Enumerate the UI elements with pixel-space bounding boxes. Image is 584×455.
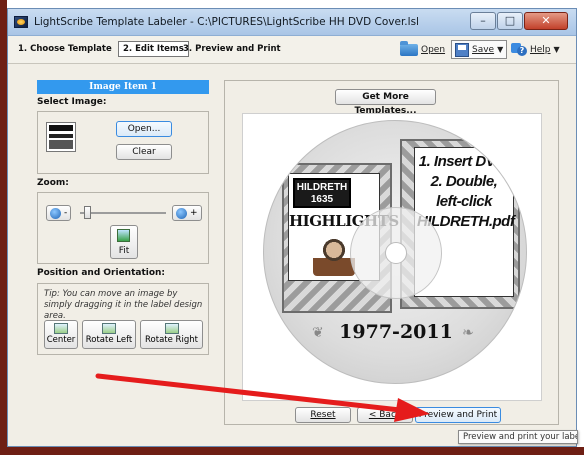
- instruction-line: left-click: [436, 193, 492, 210]
- rotate-right-icon: [164, 323, 179, 334]
- position-group: Tip: You can move an image by simply dra…: [37, 283, 209, 355]
- window-title: LightScribe Template Labeler - C:\PICTUR…: [34, 16, 419, 28]
- lightscribe-app-icon: [14, 16, 28, 28]
- get-more-templates-button[interactable]: Get More Templates...: [335, 89, 436, 116]
- zoom-slider-thumb[interactable]: [83, 206, 91, 219]
- zoom-out-label: -: [64, 208, 68, 218]
- select-image-group: Open... Clear: [37, 111, 209, 174]
- maximize-button[interactable]: □: [497, 12, 523, 30]
- center-icon: [54, 323, 68, 334]
- flourish-left-icon: ❦: [312, 325, 324, 341]
- year-range-text[interactable]: 1977-2011: [326, 321, 466, 343]
- zoom-label: Zoom:: [37, 178, 69, 188]
- image-thumbnail: [46, 122, 76, 152]
- clear-image-button[interactable]: Clear: [116, 144, 172, 160]
- open-image-button[interactable]: Open...: [116, 121, 172, 137]
- instruction-line: 1. Insert DVD.: [418, 153, 510, 170]
- preview-and-print-button[interactable]: Preview and Print: [415, 407, 501, 423]
- hildreth-title-box: HILDRETH 1635: [293, 178, 351, 208]
- help-icon: [511, 42, 527, 57]
- help-label: Help: [530, 44, 551, 55]
- panel-header: Image Item 1: [37, 80, 209, 94]
- rotate-right-label: Rotate Right: [145, 335, 198, 345]
- image-item-panel: Image Item 1 Select Image: Open... Clear…: [37, 80, 209, 420]
- back-button[interactable]: < Back: [357, 407, 413, 423]
- rotate-left-icon: [102, 323, 116, 334]
- rotate-right-button[interactable]: Rotate Right: [140, 320, 203, 349]
- rotate-left-button[interactable]: Rotate Left: [82, 320, 136, 349]
- label-canvas[interactable]: HILDRETH 1635 HIGHLIGHTS 1. Insert DVD. …: [242, 113, 542, 401]
- screenshot-border-left: [0, 0, 7, 455]
- screenshot-border-bottom: [0, 447, 584, 455]
- zoom-group: - + Fit: [37, 192, 209, 264]
- center-button[interactable]: Center: [44, 320, 78, 349]
- close-button[interactable]: ✕: [524, 12, 568, 30]
- image-title-year: 1635: [310, 194, 334, 205]
- fit-image-icon: [117, 229, 130, 242]
- step-edit-items[interactable]: 2. Edit Items: [118, 41, 189, 57]
- reset-label: Reset: [310, 410, 336, 420]
- help-button[interactable]: Help ▼: [511, 40, 560, 59]
- fit-button[interactable]: Fit: [110, 225, 138, 259]
- chevron-down-icon[interactable]: ▼: [554, 45, 560, 54]
- zoom-in-label: +: [190, 208, 198, 218]
- position-orientation-label: Position and Orientation:: [37, 268, 166, 278]
- save-label: Save: [472, 44, 495, 55]
- rotate-left-label: Rotate Left: [85, 335, 133, 345]
- image-title-name: HILDRETH: [296, 182, 348, 193]
- disc-center-hole: [385, 242, 407, 264]
- open-label: Open: [421, 44, 446, 55]
- zoom-slider-track[interactable]: [80, 212, 166, 214]
- floppy-disk-icon: [455, 42, 469, 57]
- chevron-down-icon[interactable]: ▼: [497, 45, 503, 54]
- save-button[interactable]: Save ▼: [451, 40, 508, 59]
- label-design-area: Get More Templates... HILDRETH 1635 HIGH…: [224, 80, 559, 425]
- preview-tooltip: Preview and print your label: [458, 430, 578, 444]
- tip-text: Tip: You can move an image by simply dra…: [44, 289, 203, 321]
- step-preview-print[interactable]: 3. Preview and Print: [183, 44, 281, 54]
- step-choose-template[interactable]: 1. Choose Template: [18, 44, 112, 54]
- select-image-label: Select Image:: [37, 97, 107, 107]
- minimize-button[interactable]: –: [470, 12, 496, 30]
- flourish-right-icon: ❧: [462, 325, 474, 341]
- fit-label: Fit: [118, 246, 130, 256]
- instruction-line: 2. Double,: [430, 173, 498, 190]
- reset-button[interactable]: Reset: [295, 407, 351, 423]
- portrait-picture: [313, 236, 355, 276]
- preview-label: Preview and Print: [418, 410, 498, 420]
- toolbar: 1. Choose Template 2. Edit Items 3. Prev…: [8, 36, 576, 64]
- back-label: < Back: [368, 410, 402, 420]
- globe-icon: [50, 207, 61, 219]
- zoom-in-button[interactable]: +: [172, 205, 202, 221]
- globe-icon: [176, 207, 187, 219]
- title-bar: LightScribe Template Labeler - C:\PICTUR…: [8, 9, 576, 36]
- open-button[interactable]: Open: [400, 40, 445, 59]
- zoom-out-button[interactable]: -: [46, 205, 72, 221]
- folder-icon: [400, 40, 418, 56]
- dvd-label-disc[interactable]: HILDRETH 1635 HIGHLIGHTS 1. Insert DVD. …: [263, 120, 527, 384]
- center-label: Center: [46, 335, 76, 345]
